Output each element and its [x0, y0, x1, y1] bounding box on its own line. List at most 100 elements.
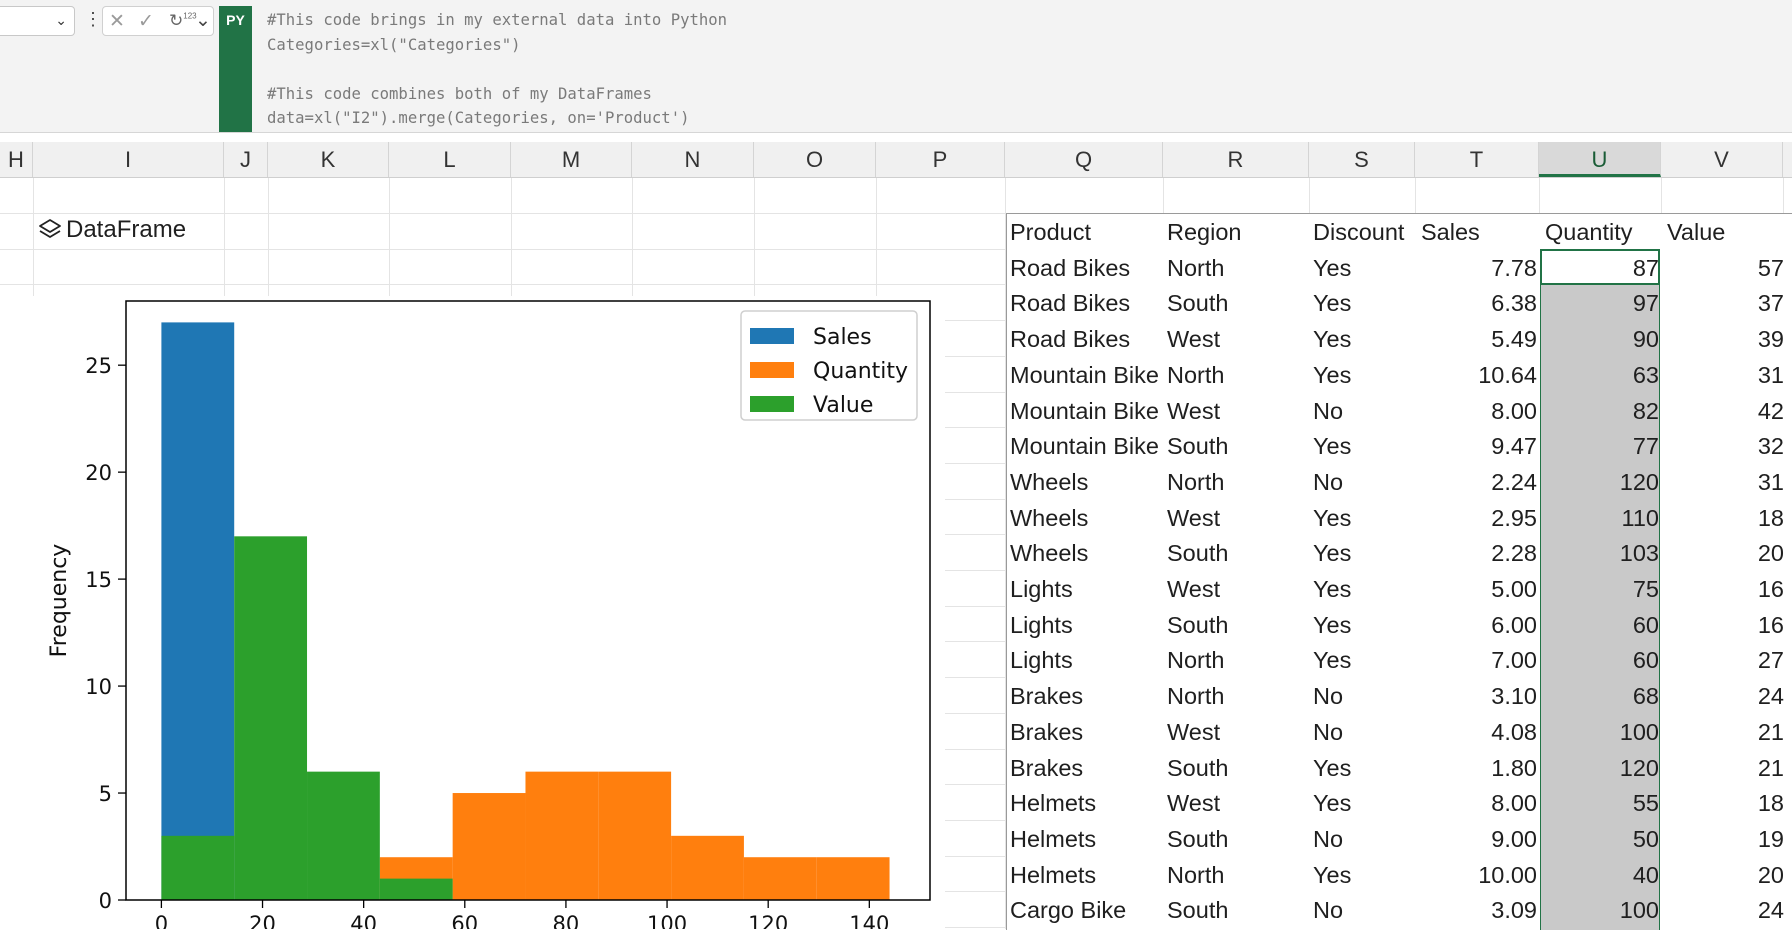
column-header-h[interactable]: H — [0, 142, 33, 177]
table-cell[interactable]: Yes — [1313, 250, 1415, 286]
table-cell[interactable]: 6.38 — [1421, 285, 1537, 321]
column-header-o[interactable]: O — [754, 142, 876, 177]
table-cell[interactable]: 5.00 — [1421, 571, 1537, 607]
table-header-cell[interactable]: Value — [1667, 214, 1784, 250]
table-cell[interactable]: 24 — [1667, 892, 1784, 928]
table-cell[interactable]: Mountain Bike — [1010, 357, 1165, 393]
table-cell[interactable]: Yes — [1313, 500, 1415, 536]
table-cell[interactable]: No — [1313, 393, 1415, 429]
output-chevron-down-icon[interactable]: ⌄ — [195, 9, 211, 32]
cancel-icon[interactable]: ✕ — [109, 10, 125, 33]
table-header-cell[interactable]: Product — [1010, 214, 1165, 250]
table-cell[interactable]: 18 — [1667, 785, 1784, 821]
table-cell[interactable]: 63 — [1545, 357, 1659, 393]
column-header-r[interactable]: R — [1163, 142, 1309, 177]
table-cell[interactable]: 16 — [1667, 571, 1784, 607]
table-cell[interactable]: South — [1167, 428, 1309, 464]
table-cell[interactable]: 21 — [1667, 714, 1784, 750]
table-header-cell[interactable]: Region — [1167, 214, 1309, 250]
table-cell[interactable]: Yes — [1313, 642, 1415, 678]
table-cell[interactable]: Helmets — [1010, 857, 1165, 893]
table-cell[interactable]: 19 — [1667, 821, 1784, 857]
table-cell[interactable]: 1.80 — [1421, 750, 1537, 786]
table-cell[interactable]: West — [1167, 714, 1309, 750]
column-header-i[interactable]: I — [33, 142, 224, 177]
python-code-editor[interactable]: #This code brings in my external data in… — [267, 8, 727, 131]
table-cell[interactable]: South — [1167, 892, 1309, 928]
table-cell[interactable]: 37 — [1667, 285, 1784, 321]
table-header-cell[interactable]: Sales — [1421, 214, 1537, 250]
table-cell[interactable]: 24 — [1667, 678, 1784, 714]
table-cell[interactable]: 2.95 — [1421, 500, 1537, 536]
table-cell[interactable]: 2.28 — [1421, 535, 1537, 571]
table-cell[interactable]: North — [1167, 357, 1309, 393]
table-header-cell[interactable]: Quantity — [1545, 214, 1659, 250]
table-cell[interactable]: No — [1313, 892, 1415, 928]
table-cell[interactable]: West — [1167, 321, 1309, 357]
column-header-q[interactable]: Q — [1005, 142, 1163, 177]
table-cell[interactable]: 120 — [1545, 750, 1659, 786]
table-cell[interactable]: North — [1167, 464, 1309, 500]
output-type-icon[interactable]: ↻123 — [169, 10, 197, 32]
table-cell[interactable]: North — [1167, 642, 1309, 678]
column-header-v[interactable]: V — [1661, 142, 1783, 177]
table-cell[interactable]: 10.00 — [1421, 857, 1537, 893]
column-header-p[interactable]: P — [876, 142, 1005, 177]
column-header-t[interactable]: T — [1415, 142, 1539, 177]
table-cell[interactable]: 9.00 — [1421, 821, 1537, 857]
table-cell[interactable]: Lights — [1010, 642, 1165, 678]
table-cell[interactable]: No — [1313, 714, 1415, 750]
table-cell[interactable]: 5.49 — [1421, 321, 1537, 357]
table-cell[interactable]: 6.00 — [1421, 607, 1537, 643]
table-cell[interactable]: Brakes — [1010, 714, 1165, 750]
table-cell[interactable]: Road Bikes — [1010, 321, 1165, 357]
table-cell[interactable]: 40 — [1545, 857, 1659, 893]
table-cell[interactable]: 68 — [1545, 678, 1659, 714]
table-cell[interactable]: 77 — [1545, 428, 1659, 464]
table-cell[interactable]: North — [1167, 250, 1309, 286]
table-cell[interactable]: Wheels — [1010, 535, 1165, 571]
table-cell[interactable]: North — [1167, 857, 1309, 893]
table-cell[interactable]: West — [1167, 785, 1309, 821]
chevron-down-icon[interactable]: ⌄ — [55, 12, 67, 29]
table-cell[interactable]: North — [1167, 678, 1309, 714]
table-cell[interactable]: Brakes — [1010, 750, 1165, 786]
table-cell[interactable]: 42 — [1667, 393, 1784, 429]
table-cell[interactable]: Lights — [1010, 571, 1165, 607]
table-cell[interactable]: Cargo Bike — [1010, 892, 1165, 928]
table-cell[interactable]: 3.09 — [1421, 892, 1537, 928]
table-cell[interactable]: No — [1313, 678, 1415, 714]
table-cell[interactable]: 90 — [1545, 321, 1659, 357]
name-box[interactable]: ⌄ — [0, 6, 75, 36]
table-cell[interactable]: 16 — [1667, 607, 1784, 643]
table-cell[interactable]: 4.08 — [1421, 714, 1537, 750]
table-cell[interactable]: Yes — [1313, 607, 1415, 643]
column-header-j[interactable]: J — [224, 142, 268, 177]
dataframe-card[interactable]: DataFrame — [38, 216, 186, 244]
table-cell[interactable]: West — [1167, 393, 1309, 429]
table-cell[interactable]: 87 — [1545, 250, 1659, 286]
table-cell[interactable]: Brakes — [1010, 678, 1165, 714]
table-cell[interactable]: 57 — [1667, 250, 1784, 286]
column-header-k[interactable]: K — [268, 142, 389, 177]
column-header-s[interactable]: S — [1309, 142, 1415, 177]
table-cell[interactable]: 9.47 — [1421, 428, 1537, 464]
table-cell[interactable]: Yes — [1313, 428, 1415, 464]
table-cell[interactable]: South — [1167, 535, 1309, 571]
more-options-icon[interactable]: ⋮ — [84, 8, 102, 30]
table-cell[interactable]: 100 — [1545, 892, 1659, 928]
table-cell[interactable]: 31 — [1667, 357, 1784, 393]
table-cell[interactable]: West — [1167, 500, 1309, 536]
table-cell[interactable]: Lights — [1010, 607, 1165, 643]
table-cell[interactable]: 18 — [1667, 500, 1784, 536]
table-cell[interactable]: No — [1313, 821, 1415, 857]
table-cell[interactable]: Yes — [1313, 285, 1415, 321]
table-cell[interactable]: 20 — [1667, 535, 1784, 571]
table-cell[interactable]: Mountain Bike — [1010, 393, 1165, 429]
table-cell[interactable]: Helmets — [1010, 821, 1165, 857]
table-cell[interactable]: 82 — [1545, 393, 1659, 429]
table-cell[interactable]: 100 — [1545, 714, 1659, 750]
table-header-cell[interactable]: Discount — [1313, 214, 1415, 250]
table-cell[interactable]: 31 — [1667, 464, 1784, 500]
table-cell[interactable]: 2.24 — [1421, 464, 1537, 500]
